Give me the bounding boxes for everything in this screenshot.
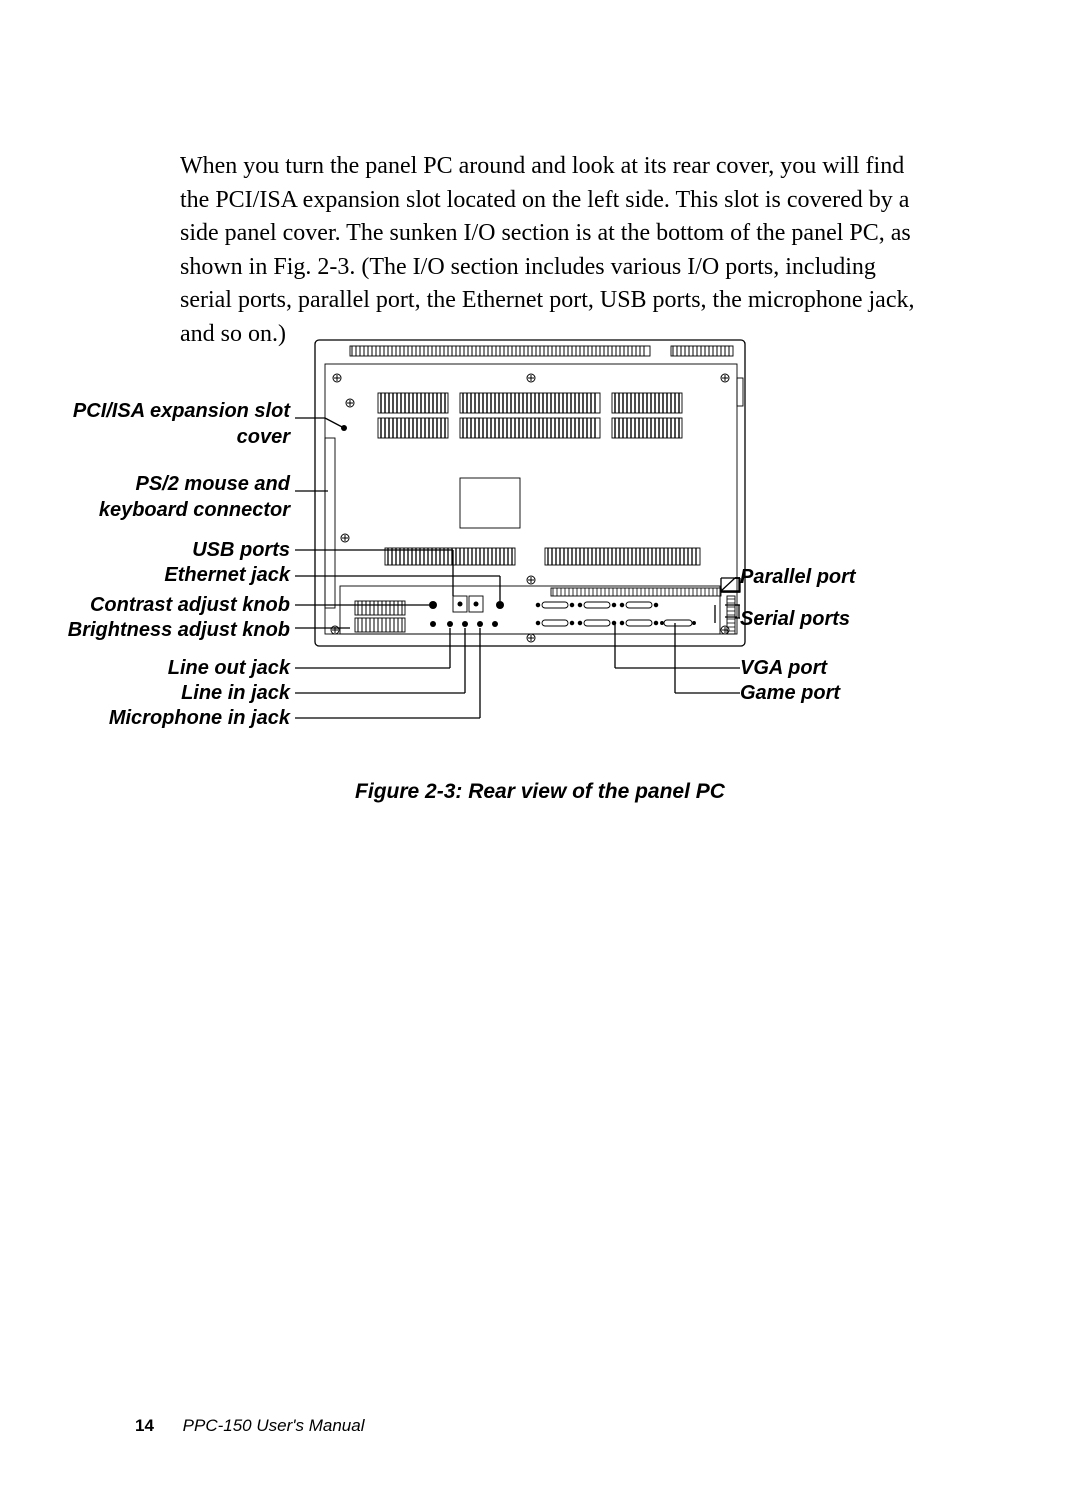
label-lineout: Line out jack xyxy=(60,657,290,680)
label-usb: USB ports xyxy=(60,539,290,562)
label-ps2: PS/2 mouse and keyboard connector xyxy=(60,471,290,523)
rear-panel-diagram xyxy=(295,338,875,748)
figure-caption: Figure 2-3: Rear view of the panel PC xyxy=(0,780,1080,804)
label-pci-isa: PCI/ISA expansion slot cover xyxy=(60,398,290,450)
label-mic: Microphone in jack xyxy=(60,707,290,730)
manual-title: PPC-150 User's Manual xyxy=(183,1416,365,1435)
label-ethernet: Ethernet jack xyxy=(60,564,290,587)
body-paragraph: When you turn the panel PC around and lo… xyxy=(180,150,920,352)
page-footer: 14 PPC-150 User's Manual xyxy=(135,1416,364,1436)
page-number: 14 xyxy=(135,1416,154,1435)
label-contrast: Contrast adjust knob xyxy=(60,594,290,617)
label-linein: Line in jack xyxy=(60,682,290,705)
label-brightness: Brightness adjust knob xyxy=(60,619,290,642)
figure-2-3: PCI/ISA expansion slot cover PS/2 mouse … xyxy=(60,338,870,748)
